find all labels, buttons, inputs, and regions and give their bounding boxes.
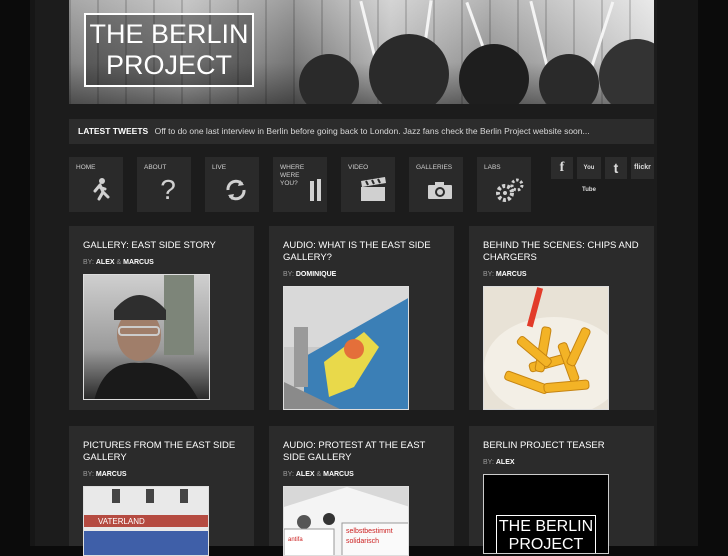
nav-about-label: ABOUT xyxy=(144,164,167,171)
card-byline: BY: DOMINIQUE xyxy=(283,271,337,278)
card-byline: BY: MARCUS xyxy=(483,271,527,278)
teaser-video-thumbnail[interactable]: THE BERLIN PROJECT xyxy=(483,474,609,554)
nav-labs[interactable]: LABS xyxy=(477,157,531,212)
nav-home-label: HOME xyxy=(76,164,96,171)
author-link[interactable]: ALEX xyxy=(296,471,315,478)
banner-text-2: solidarisch xyxy=(346,538,379,545)
author-link[interactable]: DOMINIQUE xyxy=(296,271,336,278)
tweet-text[interactable]: Off to do one last interview in Berlin b… xyxy=(155,126,590,136)
card-title[interactable]: PICTURES FROM THE EAST SIDE GALLERY xyxy=(83,440,243,463)
card-byline: BY: MARCUS xyxy=(83,471,127,478)
teaser-logo: THE BERLIN PROJECT xyxy=(496,515,596,553)
card-gallery-east-side-story[interactable]: GALLERY: EAST SIDE STORY BY: ALEX & MARC… xyxy=(69,226,254,410)
author-link[interactable]: MARCUS xyxy=(323,471,354,478)
logo-line-2: PROJECT xyxy=(105,50,232,80)
author-link[interactable]: MARCUS xyxy=(123,259,154,266)
card-title[interactable]: GALLERY: EAST SIDE STORY xyxy=(83,240,243,252)
banner-text-1: selbstbestimmt xyxy=(346,528,393,535)
gears-icon xyxy=(495,177,524,203)
banner-text-3: antifa xyxy=(288,537,303,543)
nav-galleries[interactable]: GALLERIES xyxy=(409,157,463,212)
teaser-logo-line-2: PROJECT xyxy=(508,536,584,553)
refresh-icon xyxy=(223,177,249,203)
tweets-label: LATEST TWEETS xyxy=(78,126,149,136)
site-logo[interactable]: THE BERLIN PROJECT xyxy=(84,13,254,87)
card-title[interactable]: BEHIND THE SCENES: CHIPS AND CHARGERS xyxy=(483,240,643,263)
latest-tweets-bar: LATEST TWEETS Off to do one last intervi… xyxy=(69,119,654,144)
facebook-icon[interactable]: f xyxy=(551,157,573,179)
teaser-logo-line-1: THE BERLIN xyxy=(498,518,594,535)
card-byline: BY: ALEX & MARCUS xyxy=(283,471,354,478)
card-audio-protest[interactable]: AUDIO: PROTEST AT THE EAST SIDE GALLERY … xyxy=(269,426,454,556)
shop-sign-text: VATERLAND xyxy=(98,517,145,526)
card-pictures-east-side-gallery[interactable]: PICTURES FROM THE EAST SIDE GALLERY BY: … xyxy=(69,426,254,556)
author-link[interactable]: ALEX xyxy=(96,259,115,266)
card-title[interactable]: BERLIN PROJECT TEASER xyxy=(483,440,643,452)
author-link[interactable]: MARCUS xyxy=(496,271,527,278)
east-side-gallery-photo[interactable] xyxy=(283,286,409,410)
question-mark-icon: ? xyxy=(160,174,176,205)
nav-live-label: LIVE xyxy=(212,164,227,171)
nav-home[interactable]: HOME xyxy=(69,157,123,212)
twitter-icon[interactable]: t xyxy=(605,157,627,179)
card-byline: BY: ALEX xyxy=(483,459,515,466)
card-audio-what-is-east-side-gallery[interactable]: AUDIO: WHAT IS THE EAST SIDE GALLERY? BY… xyxy=(269,226,454,410)
logo-line-1: THE BERLIN xyxy=(89,19,249,49)
youtube-icon[interactable]: You Tube xyxy=(577,157,601,193)
clapperboard-icon xyxy=(359,177,386,203)
nav-video-label: VIDEO xyxy=(348,164,369,171)
camera-icon xyxy=(427,177,453,203)
card-title[interactable]: AUDIO: WHAT IS THE EAST SIDE GALLERY? xyxy=(283,240,443,263)
nav-about[interactable]: ABOUT ? xyxy=(137,157,191,212)
chips-photo[interactable] xyxy=(483,286,609,410)
hands-icon xyxy=(303,177,329,203)
card-byline: BY: ALEX & MARCUS xyxy=(83,259,154,266)
card-berlin-project-teaser[interactable]: BERLIN PROJECT TEASER BY: ALEX THE BERLI… xyxy=(469,426,654,554)
portrait-photo[interactable] xyxy=(83,274,210,400)
nav-labs-label: LABS xyxy=(484,164,501,171)
author-link[interactable]: ALEX xyxy=(496,459,515,466)
nav-where-were-you[interactable]: WHERE WERE YOU? xyxy=(273,157,327,212)
nav-live[interactable]: LIVE xyxy=(205,157,259,212)
card-behind-the-scenes[interactable]: BEHIND THE SCENES: CHIPS AND CHARGERS BY… xyxy=(469,226,654,410)
nav-video[interactable]: VIDEO xyxy=(341,157,395,212)
running-man-icon xyxy=(87,177,113,203)
author-link[interactable]: MARCUS xyxy=(96,471,127,478)
nav-galleries-label: GALLERIES xyxy=(416,164,453,171)
card-title[interactable]: AUDIO: PROTEST AT THE EAST SIDE GALLERY xyxy=(283,440,443,463)
flickr-icon[interactable]: flickr xyxy=(631,157,654,179)
